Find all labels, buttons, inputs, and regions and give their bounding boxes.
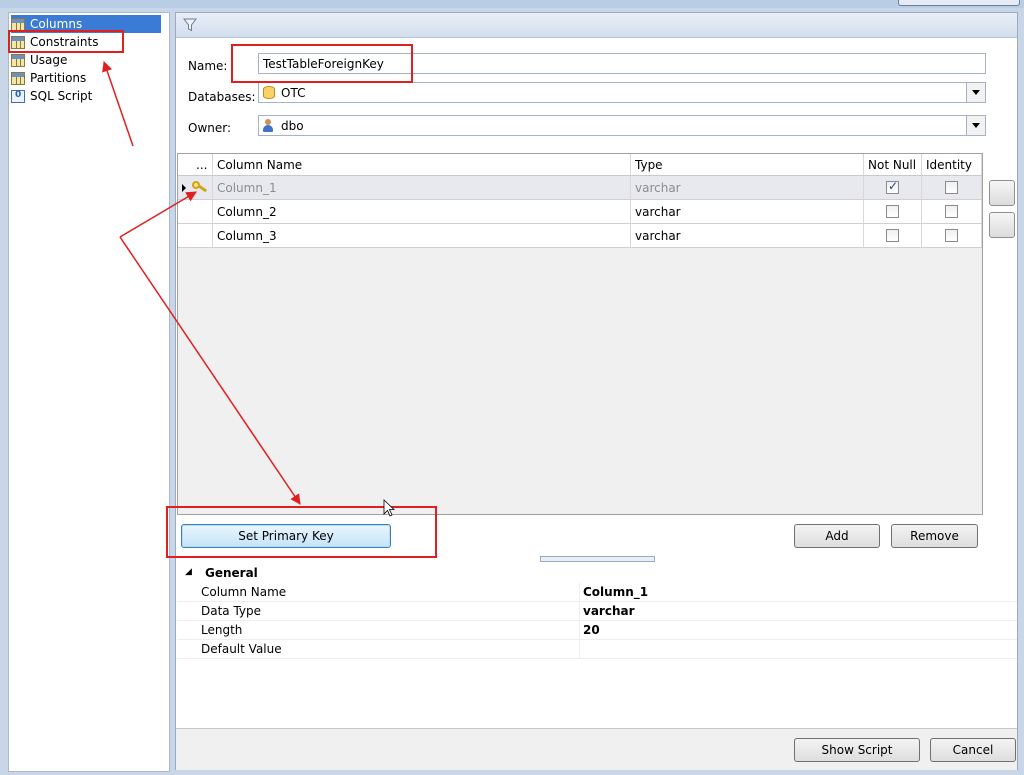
cell-column-name[interactable]: Column_2 (213, 200, 631, 224)
annotation-box-set-primary-key (166, 506, 437, 558)
cell-column-name[interactable]: Column_1 (213, 176, 631, 200)
remove-button[interactable]: Remove (891, 524, 978, 548)
property-value: Column_1 (583, 585, 649, 599)
move-down-button[interactable] (989, 212, 1015, 238)
cell-not-null[interactable] (864, 200, 922, 224)
owner-label: Owner: (188, 121, 232, 135)
grid-header-not-null[interactable]: Not Null (864, 154, 922, 176)
cancel-button[interactable]: Cancel (930, 738, 1016, 762)
cell-type[interactable]: varchar (631, 200, 864, 224)
show-script-button[interactable]: Show Script (794, 738, 920, 762)
nav-item-partitions[interactable]: Partitions (11, 69, 161, 87)
identity-checkbox[interactable] (945, 229, 958, 242)
table-icon (11, 71, 25, 85)
grid-header-identity[interactable]: Identity (922, 154, 982, 176)
databases-select-value: OTC (281, 85, 306, 100)
nav-item-sql-script[interactable]: SQL Script (11, 87, 161, 105)
window-title-bar (0, 0, 1024, 8)
grid-header-type[interactable]: Type (631, 154, 864, 176)
cell-identity[interactable] (922, 200, 982, 224)
filter-toolbar (176, 13, 1017, 38)
cell-not-null[interactable] (864, 176, 922, 200)
grid-header-column-name[interactable]: Column Name (213, 154, 631, 176)
not-null-checkbox[interactable] (886, 179, 899, 194)
cell-type[interactable]: varchar (631, 176, 864, 200)
nav-item-label: Usage (30, 53, 68, 67)
window-controls[interactable] (898, 0, 1020, 6)
filter-icon[interactable] (183, 18, 197, 32)
property-name: Data Type (201, 604, 262, 618)
property-row[interactable]: Length 20 (177, 621, 1017, 640)
row-selector[interactable] (178, 176, 213, 200)
property-row[interactable]: Default Value (177, 640, 1017, 659)
cell-type[interactable]: varchar (631, 224, 864, 248)
cell-not-null[interactable] (864, 224, 922, 248)
owner-select-value: dbo (281, 118, 304, 133)
property-name: Default Value (201, 642, 282, 656)
nav-item-label: SQL Script (30, 89, 93, 103)
nav-item-label: Partitions (30, 71, 87, 85)
property-section-header[interactable]: ◢ General (177, 564, 1017, 583)
add-button[interactable]: Add (794, 524, 880, 548)
property-row[interactable]: Column Name Column_1 (177, 583, 1017, 602)
splitter-handle[interactable] (540, 556, 655, 562)
left-nav: Columns Constraints Usage Partitions SQL… (8, 12, 170, 772)
annotation-box-constraints (8, 30, 124, 53)
property-name: Length (201, 623, 243, 637)
nav-item-label: Columns (30, 17, 83, 31)
annotation-box-name (231, 44, 413, 83)
databases-label: Databases: (188, 90, 256, 104)
not-null-checkbox[interactable] (886, 229, 899, 242)
property-value: varchar (583, 604, 635, 618)
move-up-button[interactable] (989, 180, 1015, 206)
grid-header-row-selector: ... (178, 154, 213, 176)
name-label: Name: (188, 59, 228, 73)
user-icon (263, 119, 273, 132)
table-icon (11, 53, 25, 67)
cell-identity[interactable] (922, 176, 982, 200)
table-icon (11, 17, 25, 31)
sql-script-icon (11, 89, 25, 103)
owner-select[interactable]: dbo (258, 115, 986, 136)
current-row-arrow-icon (182, 183, 186, 192)
database-icon (263, 86, 275, 99)
nav-item-usage[interactable]: Usage (11, 51, 161, 69)
property-name: Column Name (201, 585, 287, 599)
property-section-title: General (205, 566, 258, 580)
row-selector[interactable] (178, 224, 213, 248)
identity-checkbox[interactable] (945, 205, 958, 218)
cell-identity[interactable] (922, 224, 982, 248)
chevron-down-icon[interactable] (966, 83, 985, 102)
not-null-checkbox[interactable] (886, 205, 899, 218)
cell-column-name[interactable]: Column_3 (213, 224, 631, 248)
identity-checkbox[interactable] (945, 181, 958, 194)
databases-select[interactable]: OTC (258, 82, 986, 103)
collapse-triangle-icon[interactable]: ◢ (185, 567, 192, 577)
property-value: 20 (583, 623, 600, 637)
primary-key-icon (192, 180, 208, 195)
chevron-down-icon[interactable] (966, 116, 985, 135)
property-row[interactable]: Data Type varchar (177, 602, 1017, 621)
row-selector[interactable] (178, 200, 213, 224)
